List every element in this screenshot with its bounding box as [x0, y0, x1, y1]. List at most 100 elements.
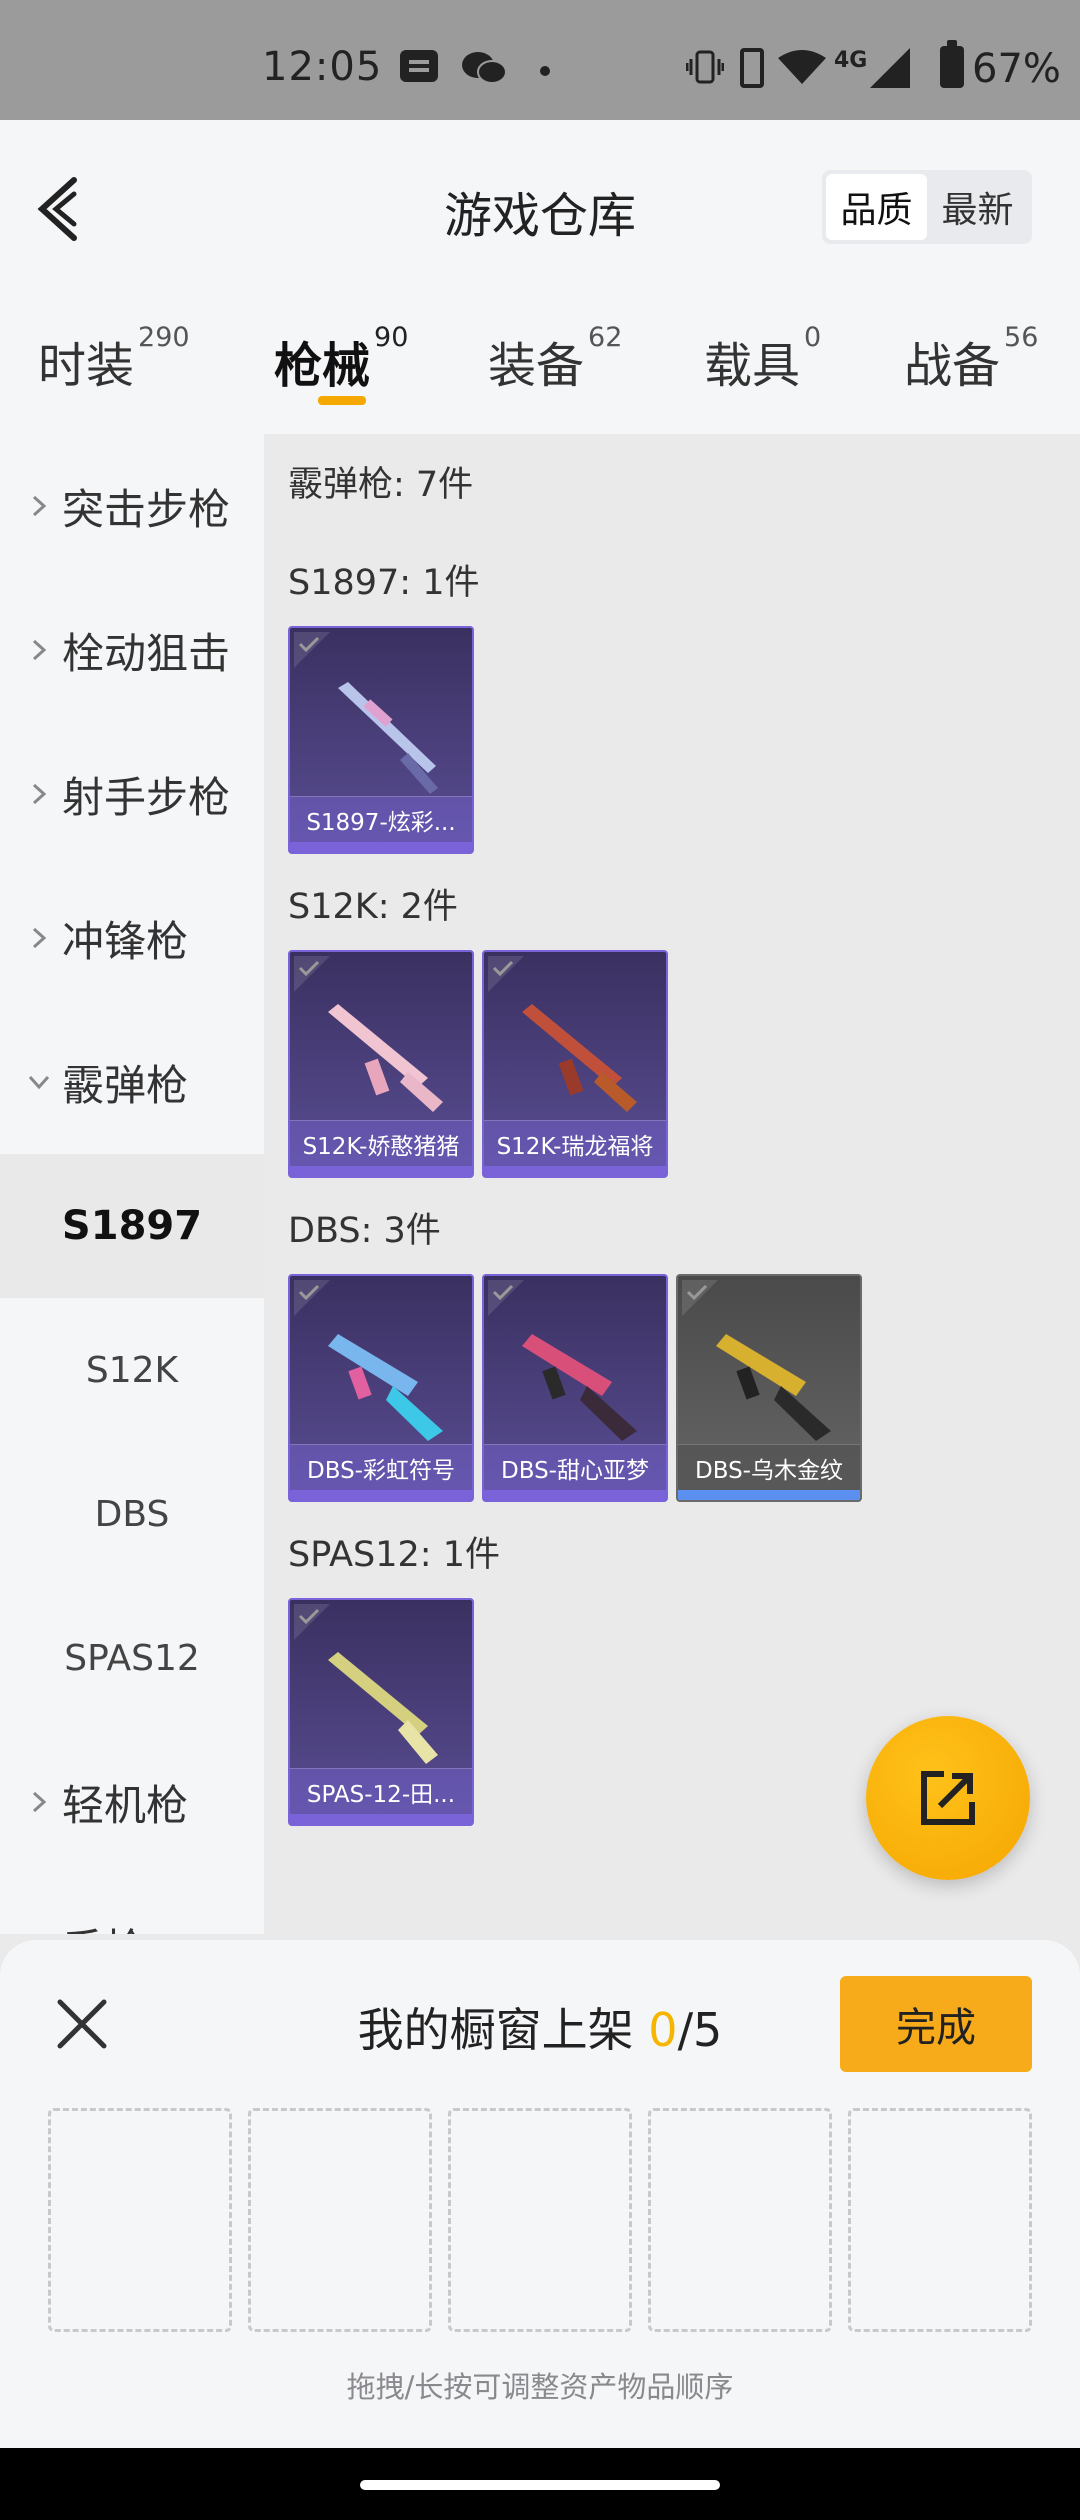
check-icon	[294, 1280, 330, 1316]
battery-level: 67%	[972, 46, 1061, 92]
showcase-total: /5	[677, 2003, 723, 2057]
tab-count: 290	[138, 322, 190, 353]
showcase-panel: 我的橱窗上架 0/5 完成 拖拽/长按可调整资产物品顺序	[0, 1940, 1080, 2448]
network-type: 4G	[834, 48, 868, 73]
sidebar-item-label: 射手步枪	[62, 772, 231, 822]
section-title-spas12: SPAS12: 1件	[288, 1535, 500, 1575]
battery-icon	[940, 40, 964, 88]
item-card[interactable]: S12K-娇憨猪猪	[288, 950, 474, 1178]
tab-label: 战备	[904, 338, 1001, 394]
home-indicator[interactable]	[360, 2480, 720, 2490]
item-card[interactable]: S1897-炫彩...	[288, 626, 474, 854]
tab-count: 56	[1004, 322, 1039, 353]
shotgun-image	[328, 1652, 438, 1764]
item-name: DBS-甜心亚梦	[484, 1444, 666, 1490]
item-name: DBS-乌木金纹	[678, 1444, 860, 1490]
tab-fashion[interactable]: 时装290	[38, 322, 190, 396]
done-button[interactable]: 完成	[840, 1976, 1032, 2072]
rarity-bar	[678, 1490, 860, 1500]
sim-icon	[740, 48, 764, 88]
sidebar-item-label: 栓动狙击	[62, 628, 231, 678]
sidebar-item-label: 冲锋枪	[62, 916, 189, 966]
chevron-right-icon	[26, 1933, 52, 1934]
sort-option-latest[interactable]: 最新	[927, 174, 1028, 240]
vibrate-icon	[686, 50, 724, 84]
sidebar-subitem-s12k[interactable]: S12K	[0, 1298, 264, 1442]
shotgun-image	[522, 1334, 637, 1441]
check-icon	[488, 956, 524, 992]
active-tab-indicator	[318, 396, 366, 405]
wechat-icon	[462, 52, 507, 84]
sidebar-item-pistol[interactable]: 手枪	[0, 1874, 264, 1935]
status-time: 12:05	[262, 44, 383, 90]
sidebar-item-label: SPAS12	[64, 1637, 200, 1679]
share-icon	[921, 1771, 975, 1825]
showcase-slot[interactable]	[48, 2108, 232, 2332]
item-grid-area: 霰弹枪: 7件 S1897: 1件 S1897-炫彩... S12K: 2件 S…	[264, 434, 1080, 1934]
item-name: S12K-瑞龙福将	[484, 1120, 666, 1166]
status-bar: 12:05 4G 67%	[0, 0, 1080, 120]
item-card[interactable]: DBS-乌木金纹	[676, 1274, 862, 1502]
message-icon	[400, 50, 438, 82]
reorder-hint: 拖拽/长按可调整资产物品顺序	[346, 2370, 734, 2404]
check-icon	[294, 632, 330, 668]
item-card[interactable]: DBS-彩虹符号	[288, 1274, 474, 1502]
tab-equipment[interactable]: 装备62	[488, 322, 622, 396]
shotgun-image	[522, 1004, 637, 1112]
rarity-bar	[484, 1490, 666, 1500]
showcase-slot[interactable]	[648, 2108, 832, 2332]
item-card[interactable]: S12K-瑞龙福将	[482, 950, 668, 1178]
shotgun-image	[328, 1004, 443, 1112]
sidebar-subitem-dbs[interactable]: DBS	[0, 1442, 264, 1586]
tab-count: 0	[804, 322, 822, 353]
rarity-bar	[290, 1490, 472, 1500]
chevron-down-icon	[28, 1075, 50, 1090]
notification-dot-icon	[540, 66, 550, 76]
tab-weapons[interactable]: 枪械90	[274, 322, 408, 396]
header: 游戏仓库 品质 最新	[0, 120, 1080, 270]
rarity-bar	[290, 1814, 472, 1824]
tab-supplies[interactable]: 战备56	[904, 322, 1038, 396]
chevron-right-icon	[32, 927, 47, 949]
item-card[interactable]: DBS-甜心亚梦	[482, 1274, 668, 1502]
section-title-dbs: DBS: 3件	[288, 1211, 441, 1251]
sidebar-item-label: 轻机枪	[62, 1780, 189, 1830]
sort-option-quality[interactable]: 品质	[826, 174, 927, 240]
sidebar-item-bolt-sniper[interactable]: 栓动狙击	[0, 578, 264, 722]
showcase-slot[interactable]	[248, 2108, 432, 2332]
section-title-s1897: S1897: 1件	[288, 563, 480, 603]
sidebar-item-shotgun[interactable]: 霰弹枪	[0, 1010, 264, 1154]
showcase-title-text: 我的橱窗上架	[357, 2003, 649, 2057]
showcase-slot[interactable]	[448, 2108, 632, 2332]
check-icon	[294, 956, 330, 992]
rarity-bar	[290, 842, 472, 852]
sidebar-subitem-s1897[interactable]: S1897	[0, 1154, 264, 1298]
sort-toggle: 品质 最新	[822, 170, 1032, 244]
tab-label: 枪械	[274, 338, 371, 394]
tab-count: 90	[374, 322, 409, 353]
wifi-icon	[778, 50, 826, 84]
chevron-right-icon	[32, 639, 47, 661]
showcase-slot[interactable]	[848, 2108, 1032, 2332]
sidebar-item-lmg[interactable]: 轻机枪	[0, 1730, 264, 1874]
sidebar-item-label: S12K	[85, 1349, 179, 1391]
shotgun-image	[328, 1334, 443, 1441]
item-name: SPAS-12-田...	[290, 1768, 472, 1814]
sidebar-item-marksman-rifle[interactable]: 射手步枪	[0, 722, 264, 866]
sidebar-item-smg[interactable]: 冲锋枪	[0, 866, 264, 1010]
tab-vehicles[interactable]: 载具0	[704, 322, 821, 396]
chevron-right-icon	[32, 783, 47, 805]
tab-label: 载具	[704, 338, 801, 394]
sidebar-subitem-spas12[interactable]: SPAS12	[0, 1586, 264, 1730]
shotgun-image	[338, 682, 438, 794]
category-total: 霰弹枪: 7件	[288, 465, 474, 505]
tab-count: 62	[588, 322, 623, 353]
item-card[interactable]: SPAS-12-田...	[288, 1598, 474, 1826]
sidebar-item-assault-rifle[interactable]: 突击步枪	[0, 434, 264, 578]
share-button[interactable]	[866, 1716, 1030, 1880]
rarity-bar	[484, 1166, 666, 1176]
item-name: S1897-炫彩...	[290, 796, 472, 842]
tab-label: 装备	[488, 338, 585, 394]
navigation-bar	[0, 2448, 1080, 2520]
signal-icon	[870, 48, 910, 88]
